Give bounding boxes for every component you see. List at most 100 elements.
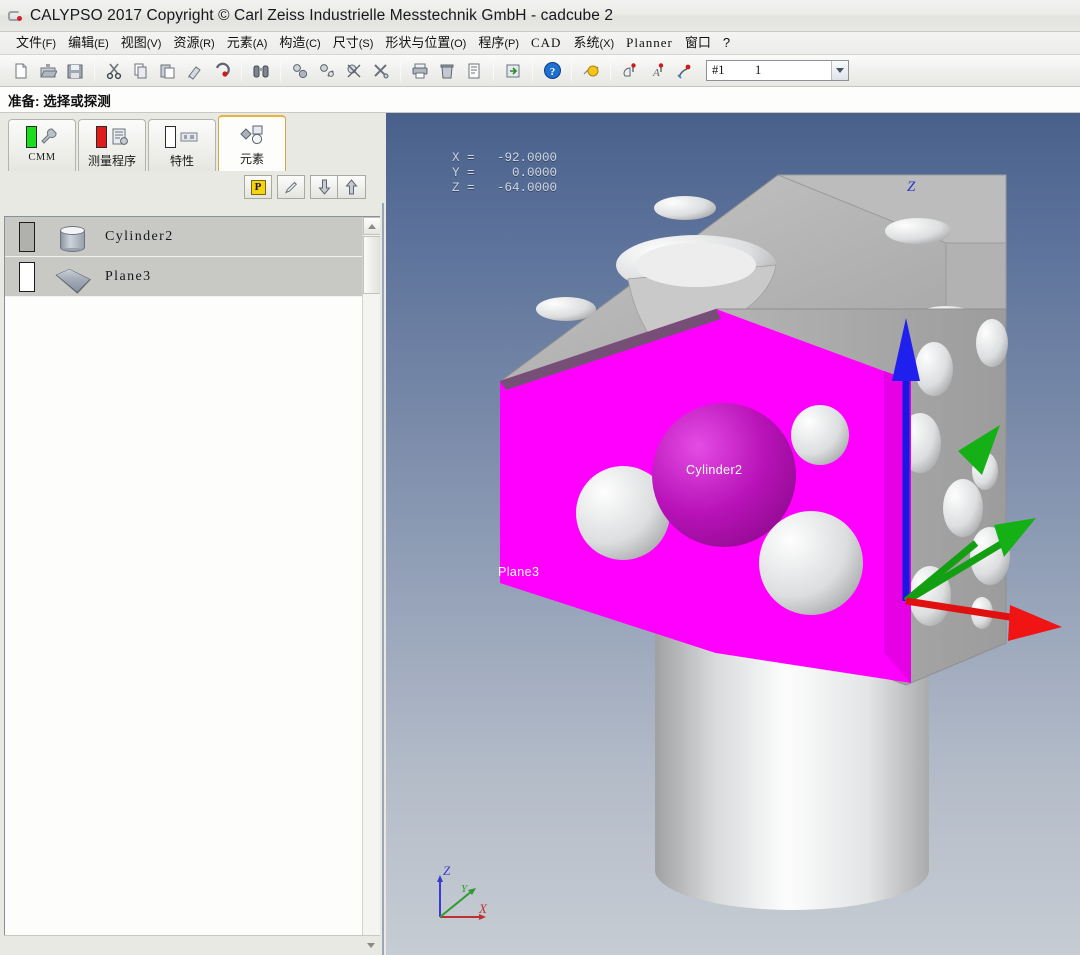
menu-bar: 文件(F) 编辑(E) 视图(V) 资源(R) 元素(A) 构造(C) 尺寸(S…: [0, 32, 1080, 55]
cnc-run-icon[interactable]: [671, 59, 697, 83]
new-icon[interactable]: [8, 59, 34, 83]
menu-window[interactable]: 窗口: [679, 33, 717, 53]
cut-icon[interactable]: [101, 59, 127, 83]
probe-p-label: P: [250, 179, 266, 195]
move-down-button[interactable]: [310, 175, 338, 199]
tab-measure-program[interactable]: 测量程序: [78, 119, 146, 171]
measure-program-icon: [95, 124, 129, 150]
orientation-triad: Z Y X: [432, 863, 492, 925]
export-icon[interactable]: [500, 59, 526, 83]
scrollbar-thumb[interactable]: [363, 236, 380, 294]
autoscan-icon[interactable]: A: [644, 59, 670, 83]
triad-z-label: Z: [443, 863, 451, 878]
menu-system-label: 系统: [573, 34, 600, 50]
combo-value-right: 1: [755, 63, 762, 77]
svg-text:A: A: [652, 67, 660, 79]
tools-icon[interactable]: [368, 59, 394, 83]
feature-icon: [238, 122, 266, 148]
menu-view[interactable]: 视图(V): [115, 33, 168, 54]
tab-strip: CMM 测量程序 特性 元素: [0, 113, 384, 171]
menu-dimension[interactable]: 尺寸(S): [327, 33, 380, 54]
tab-characteristic[interactable]: 特性: [148, 119, 216, 171]
status-prompt-bar: 准备: 选择或探测: [0, 87, 1080, 113]
feature-tool-icon[interactable]: [314, 59, 340, 83]
chevron-down-icon[interactable]: [831, 61, 848, 80]
menu-features[interactable]: 元素(A): [221, 33, 274, 54]
feature-list[interactable]: Cylinder2 Plane3: [4, 216, 380, 955]
main-axis-z-label: Z: [907, 179, 916, 195]
list-item[interactable]: Cylinder2: [5, 217, 362, 257]
copy-icon[interactable]: [128, 59, 154, 83]
menu-file[interactable]: 文件(F): [10, 33, 62, 54]
left-panel: CMM 测量程序 特性 元素 P Cylinder2 Plane3: [0, 113, 384, 955]
tab-characteristic-label: 特性: [169, 154, 194, 168]
undo-icon[interactable]: [209, 59, 235, 83]
menu-edit[interactable]: 编辑(E): [62, 33, 115, 54]
help-icon[interactable]: ?: [539, 59, 565, 83]
menu-program[interactable]: 程序(P): [472, 33, 525, 54]
menu-planner[interactable]: Planner: [620, 33, 679, 53]
menu-resources-label: 资源: [173, 34, 200, 50]
toolbar-separator: [94, 60, 95, 81]
arrow-up-icon: [345, 179, 358, 195]
menu-construct[interactable]: 构造(C): [273, 33, 326, 54]
tab-cmm[interactable]: CMM: [8, 119, 76, 171]
save-icon[interactable]: [62, 59, 88, 83]
hand-probe-icon[interactable]: [617, 59, 643, 83]
feature-checkbox[interactable]: [19, 261, 35, 292]
tab-features[interactable]: 元素: [218, 115, 286, 171]
feature-list-toolbar: P: [0, 171, 384, 203]
cad-viewport[interactable]: X = -92.0000 Y = 0.0000 Z = -64.0000 Z C…: [386, 113, 1080, 955]
list-item[interactable]: Plane3: [5, 257, 362, 297]
menu-cad[interactable]: CAD: [525, 33, 567, 53]
print-icon[interactable]: [407, 59, 433, 83]
feature-name: Cylinder2: [105, 228, 174, 244]
paste-icon[interactable]: [155, 59, 181, 83]
feature-checkbox[interactable]: [19, 221, 35, 252]
binoculars-icon[interactable]: [248, 59, 274, 83]
feature-clear-icon[interactable]: [341, 59, 367, 83]
probe-p-button[interactable]: P: [244, 175, 272, 199]
delete-icon[interactable]: [434, 59, 460, 83]
feature-gear-icon[interactable]: [287, 59, 313, 83]
menu-resources[interactable]: 资源(R): [167, 33, 220, 54]
menu-system-key: (X): [599, 37, 615, 50]
move-up-button[interactable]: [338, 175, 366, 199]
clearance-icon[interactable]: [578, 59, 604, 83]
tab-cmm-label: CMM: [28, 152, 56, 163]
menu-program-key: (P): [504, 37, 519, 50]
tab-features-label: 元素: [239, 152, 264, 166]
menu-help[interactable]: ?: [717, 33, 736, 53]
title-bar: CALYPSO 2017 Copyright © Carl Zeiss Indu…: [0, 0, 1080, 32]
feature-list-hscroll[interactable]: [4, 935, 380, 955]
open-icon[interactable]: [35, 59, 61, 83]
status-prompt-text: 准备: 选择或探测: [8, 93, 111, 109]
feature-list-scrollbar[interactable]: [362, 217, 380, 955]
menu-form-position-key: (O): [450, 37, 467, 50]
menu-construct-key: (C): [305, 37, 321, 50]
toolbar-separator: [280, 60, 281, 81]
toolbar-separator: [400, 60, 401, 81]
feature-list-rows: Cylinder2 Plane3: [5, 217, 362, 297]
menu-construct-label: 构造: [279, 34, 306, 50]
toolbar-separator: [571, 60, 572, 81]
cad-model: Z: [500, 174, 1062, 910]
menu-features-label: 元素: [226, 34, 253, 50]
menu-program-label: 程序: [478, 34, 505, 50]
menu-file-label: 文件: [16, 34, 43, 50]
svg-text:?: ?: [549, 66, 555, 78]
menu-form-position[interactable]: 形状与位置(O): [379, 33, 472, 54]
format-brush-icon[interactable]: [182, 59, 208, 83]
calypso-window: CALYPSO 2017 Copyright © Carl Zeiss Indu…: [0, 0, 1080, 955]
scroll-corner-down-icon[interactable]: [362, 937, 379, 954]
scroll-up-button[interactable]: [363, 217, 380, 235]
model-label-plane: Plane3: [498, 565, 540, 579]
edit-pencil-button[interactable]: [277, 175, 305, 199]
feature-name: Plane3: [105, 268, 152, 284]
toolbar-separator: [493, 60, 494, 81]
menu-system[interactable]: 系统(X): [567, 33, 620, 54]
cmm-status-icon: [25, 124, 59, 150]
report-icon[interactable]: [461, 59, 487, 83]
model-label-cylinder: Cylinder2: [686, 463, 743, 477]
probe-select-combo[interactable]: #1 1: [706, 60, 849, 81]
